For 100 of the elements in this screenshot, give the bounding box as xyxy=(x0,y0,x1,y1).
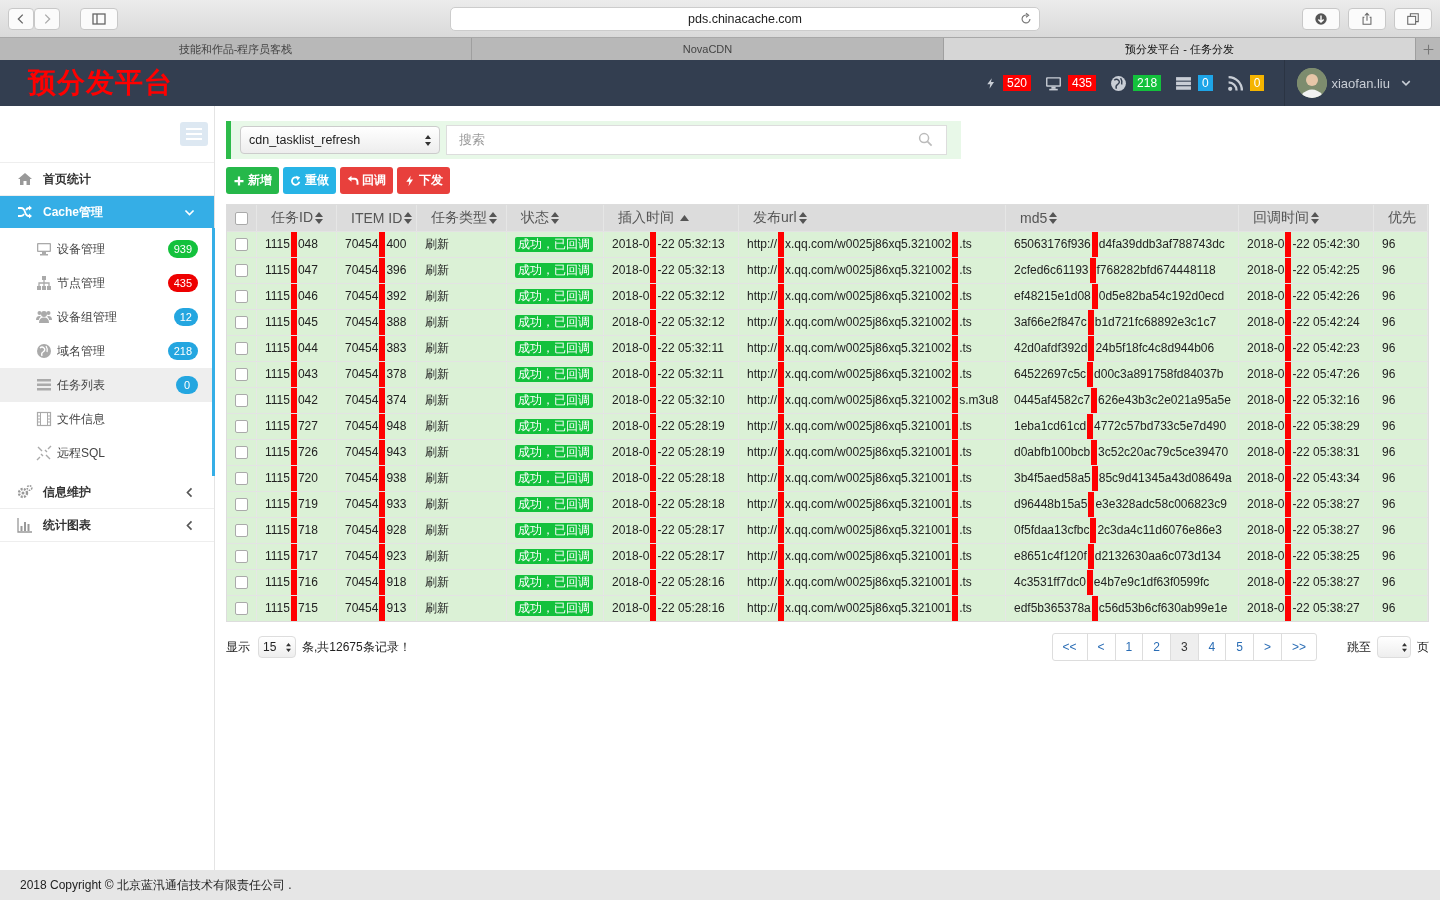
table-cell-text: 96 xyxy=(1382,340,1396,357)
table-cell-text: 刷新 xyxy=(425,314,449,331)
toolbar-button[interactable]: 回调 xyxy=(340,167,393,194)
row-checkbox[interactable] xyxy=(235,368,248,381)
downloads-button[interactable] xyxy=(1302,7,1340,30)
sort-icon xyxy=(489,212,497,224)
share-button[interactable] xyxy=(1348,7,1386,30)
table-cell: 2018-0 -22 05:32:11 xyxy=(612,336,724,361)
row-checkbox[interactable] xyxy=(235,524,248,537)
table-cell-text: 96 xyxy=(1382,600,1396,617)
browser-tab[interactable]: 预分发平台 - 任务分发 xyxy=(944,38,1416,60)
toolbar-button[interactable]: 下发 xyxy=(397,167,450,194)
status-badge: 成功，已回调 xyxy=(515,601,593,616)
page-jump-select[interactable] xyxy=(1377,636,1411,658)
sort-icon xyxy=(1049,212,1058,224)
table-cell: 2018-0 -22 05:42:23 xyxy=(1247,336,1360,361)
sort-icon xyxy=(1311,212,1319,224)
table-cell: 2cfed6c61193 f768282bfd674448118 xyxy=(1014,258,1216,283)
table-cell: 2018-0 -22 05:38:29 xyxy=(1247,414,1360,439)
table-cell: http:// x.qq.com/w0025j86xq5.321002 .ts xyxy=(747,258,972,283)
sidebar-subitem[interactable]: 远程SQL xyxy=(0,436,212,470)
address-bar[interactable]: pds.chinacache.com xyxy=(450,6,1040,31)
tabs-overview-button[interactable] xyxy=(1394,7,1432,30)
table-cell-text: 刷新 xyxy=(425,366,449,383)
table-cell: 70454 913 xyxy=(345,596,407,621)
page-button[interactable]: 4 xyxy=(1197,634,1226,660)
table-cell: http:// x.qq.com/w0025j86xq5.321001 .ts xyxy=(747,440,972,465)
share-icon xyxy=(1360,11,1374,26)
row-checkbox[interactable] xyxy=(235,420,248,433)
row-checkbox[interactable] xyxy=(235,472,248,485)
table-cell-text: 96 xyxy=(1382,418,1396,435)
table-cell: 2018-0 -22 05:28:17 xyxy=(612,518,725,543)
app-logo: 预分发平台 xyxy=(28,66,173,100)
back-button[interactable] xyxy=(8,7,34,30)
row-checkbox[interactable] xyxy=(235,238,248,251)
table-cell: http:// x.qq.com/w0025j86xq5.321002 .ts xyxy=(747,232,972,257)
table-cell: 70454 918 xyxy=(345,570,407,595)
table-cell: 1115 718 xyxy=(265,518,318,543)
table-cell: 70454 392 xyxy=(345,284,407,309)
user-menu[interactable]: xiaofan.liu xyxy=(1284,60,1440,106)
page-unit-label: 页 xyxy=(1417,638,1429,656)
forward-button[interactable] xyxy=(34,7,60,30)
sidebar-subitem[interactable]: 设备组管理 12 xyxy=(0,300,212,334)
film-icon xyxy=(36,411,52,427)
page-button[interactable]: 3 xyxy=(1169,634,1198,660)
search-field[interactable]: 搜索 xyxy=(446,125,947,155)
table-cell: 1115 048 xyxy=(265,232,318,257)
sidebar-subitem[interactable]: 域名管理 218 xyxy=(0,334,212,368)
tabs-icon xyxy=(1406,11,1420,26)
table-cell-text: 96 xyxy=(1382,236,1396,253)
table-cell: http:// x.qq.com/w0025j86xq5.321002 s.m3u8 xyxy=(747,388,999,413)
sidebar-subitem[interactable]: 文件信息 xyxy=(0,402,212,436)
table-cell-text: 刷新 xyxy=(425,496,449,513)
home-icon xyxy=(17,171,33,187)
table-cell-text: 刷新 xyxy=(425,418,449,435)
page-button[interactable]: << xyxy=(1052,634,1087,660)
row-checkbox[interactable] xyxy=(235,550,248,563)
table-cell-text: 96 xyxy=(1382,496,1396,513)
avatar-icon xyxy=(1297,68,1328,98)
row-checkbox[interactable] xyxy=(235,290,248,303)
table-cell: 2018-0 -22 05:28:17 xyxy=(612,544,725,569)
row-checkbox[interactable] xyxy=(235,602,248,615)
sidebar-subitem[interactable]: 节点管理 435 xyxy=(0,266,212,300)
sidebar-item[interactable]: 统计图表 xyxy=(0,509,214,542)
sidebar-toggle-button[interactable] xyxy=(80,7,118,30)
status-badge: 成功，已回调 xyxy=(515,315,593,330)
row-checkbox[interactable] xyxy=(235,342,248,355)
row-checkbox[interactable] xyxy=(235,394,248,407)
page-button[interactable]: 5 xyxy=(1225,634,1253,660)
table-cell-text: 96 xyxy=(1382,522,1396,539)
row-checkbox[interactable] xyxy=(235,316,248,329)
shuffle-icon xyxy=(17,204,33,220)
sidebar-item[interactable]: 信息维护 xyxy=(0,476,214,509)
table-select[interactable]: cdn_tasklist_refresh xyxy=(240,126,440,154)
table-cell: http:// x.qq.com/w0025j86xq5.321001 .ts xyxy=(747,596,972,621)
table-cell: 1115 727 xyxy=(265,414,318,439)
table-cell: 2018-0 -22 05:38:27 xyxy=(1247,518,1360,543)
table-cell: 2018-0 -22 05:32:13 xyxy=(612,258,725,283)
monitor-icon xyxy=(36,241,52,257)
table-cell: 1115 042 xyxy=(265,388,318,413)
row-checkbox[interactable] xyxy=(235,576,248,589)
page-button[interactable]: > xyxy=(1252,634,1281,660)
page-button[interactable]: 2 xyxy=(1142,634,1170,660)
table-cell: ef48215e1d08 0d5e82ba54c192d0ecd xyxy=(1014,284,1225,309)
table-cell: 70454 948 xyxy=(345,414,407,439)
count-badge: 218 xyxy=(167,342,198,360)
updown-icon xyxy=(286,642,291,652)
table-cell: 64522697c5c d00c3a891758fd84037b xyxy=(1014,362,1224,387)
row-checkbox[interactable] xyxy=(235,498,248,511)
select-all-checkbox[interactable] xyxy=(235,211,248,225)
page-size-select[interactable]: 15 xyxy=(258,636,296,658)
sidebar-subitem[interactable]: 设备管理 939 xyxy=(0,232,212,266)
row-checkbox[interactable] xyxy=(235,446,248,459)
table-cell: 2018-0 -22 05:28:19 xyxy=(612,414,725,439)
row-checkbox[interactable] xyxy=(235,264,248,277)
page-button[interactable]: 1 xyxy=(1114,634,1143,660)
copyright-text: 2018 Copyright © 北京蓝汛通信技术有限责任公司 . xyxy=(20,876,292,894)
page-button[interactable]: >> xyxy=(1281,634,1316,660)
page-button[interactable]: < xyxy=(1086,634,1115,660)
sidebar-subitem[interactable]: 任务列表 0 xyxy=(0,368,212,402)
